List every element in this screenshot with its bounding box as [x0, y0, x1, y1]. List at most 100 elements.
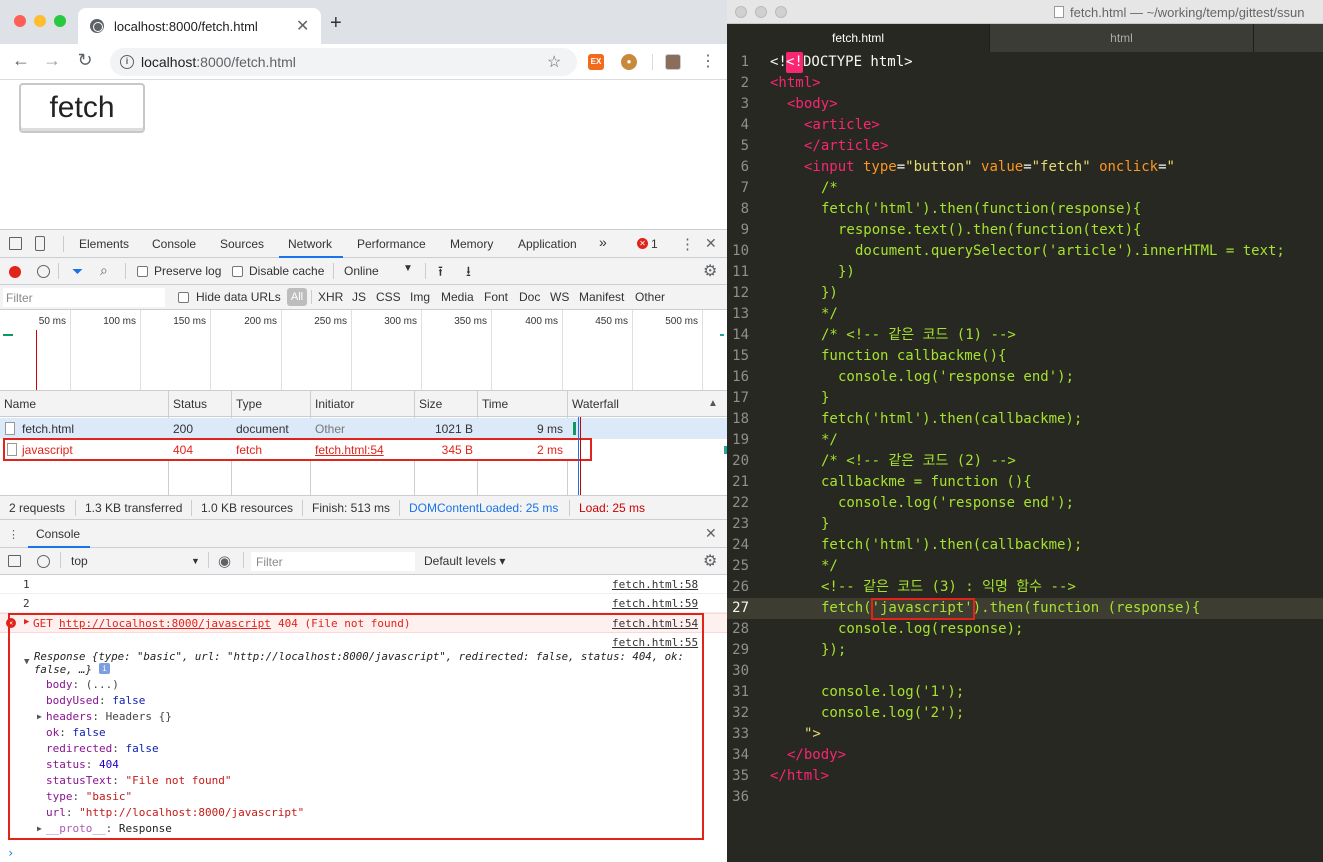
- device-toolbar-icon[interactable]: [35, 236, 45, 251]
- tab-memory[interactable]: Memory: [450, 237, 493, 251]
- divider: [58, 263, 59, 279]
- line-number: 19: [732, 432, 749, 448]
- tab-sources[interactable]: Sources: [220, 237, 264, 251]
- filter-type-font[interactable]: Font: [484, 290, 508, 304]
- extension-ex-icon[interactable]: EX: [588, 54, 604, 70]
- filter-type-ws[interactable]: WS: [550, 290, 569, 304]
- export-har-icon[interactable]: ⭳: [466, 261, 471, 285]
- filter-type-img[interactable]: Img: [410, 290, 430, 304]
- minimize-window-button[interactable]: [755, 6, 767, 18]
- forward-icon[interactable]: →: [40, 50, 64, 71]
- error-count[interactable]: 1: [651, 237, 658, 251]
- filter-type-other[interactable]: Other: [635, 290, 665, 304]
- source-link[interactable]: fetch.html:59: [612, 597, 698, 610]
- filter-funnel-icon[interactable]: ⏷: [72, 263, 83, 280]
- editor-titlebar: fetch.html — ~/working/temp/gittest/ssun: [727, 0, 1323, 24]
- zoom-window-button[interactable]: [775, 6, 787, 18]
- line-number: 28: [732, 621, 749, 637]
- close-tab-icon[interactable]: ✕: [296, 16, 309, 36]
- address-bar[interactable]: i localhost:8000/fetch.html ☆: [110, 48, 577, 76]
- tab-network[interactable]: Network: [288, 237, 332, 251]
- drawer-tab-console[interactable]: Console: [36, 527, 80, 541]
- clear-console-icon[interactable]: [37, 555, 50, 568]
- code-line: function callbackme(){: [821, 348, 1007, 364]
- filter-input[interactable]: Filter: [3, 288, 165, 307]
- tab-application[interactable]: Application: [518, 237, 577, 251]
- drawer-menu-icon[interactable]: ⋮: [8, 528, 19, 541]
- editor-tab-active[interactable]: fetch.html: [727, 24, 989, 52]
- timeline-gridline: [702, 310, 703, 390]
- col-time[interactable]: Time: [482, 397, 508, 411]
- filter-type-all[interactable]: All: [287, 288, 307, 306]
- line-number: 11: [732, 264, 749, 280]
- new-tab-icon[interactable]: +: [330, 13, 342, 33]
- close-drawer-icon[interactable]: ✕: [705, 525, 717, 542]
- col-status[interactable]: Status: [173, 397, 207, 411]
- filter-type-manifest[interactable]: Manifest: [579, 290, 624, 304]
- error-icon[interactable]: ✕: [637, 238, 648, 249]
- close-window-button[interactable]: [14, 15, 26, 27]
- col-waterfall[interactable]: Waterfall: [572, 397, 619, 411]
- console-settings-gear-icon[interactable]: ⚙: [703, 551, 717, 571]
- tabbar-filler: [1254, 24, 1323, 52]
- filter-type-media[interactable]: Media: [441, 290, 474, 304]
- sort-ascending-icon[interactable]: ▲: [708, 398, 718, 409]
- col-type[interactable]: Type: [236, 397, 262, 411]
- line-number: 23: [732, 516, 749, 532]
- tab-console[interactable]: Console: [152, 237, 196, 251]
- code-line: console.log('response end');: [838, 369, 1075, 385]
- disable-cache-checkbox[interactable]: [232, 266, 243, 277]
- tab-elements[interactable]: Elements: [79, 237, 129, 251]
- source-link[interactable]: fetch.html:58: [612, 578, 698, 591]
- filter-type-doc[interactable]: Doc: [519, 290, 540, 304]
- throttling-select[interactable]: Online: [344, 264, 379, 278]
- col-initiator[interactable]: Initiator: [315, 397, 354, 411]
- profile-avatar[interactable]: [665, 54, 681, 70]
- console-prompt-icon[interactable]: ›: [7, 846, 14, 860]
- devtools-menu-icon[interactable]: ⋮: [680, 235, 695, 253]
- col-name[interactable]: Name: [4, 397, 36, 411]
- fetch-button[interactable]: fetch: [19, 83, 145, 133]
- zoom-window-button[interactable]: [54, 15, 66, 27]
- timeline-gridline: [632, 310, 633, 390]
- cookie-extension-icon[interactable]: ●: [621, 54, 637, 70]
- line-number: 3: [740, 96, 749, 112]
- minimize-window-button[interactable]: [34, 15, 46, 27]
- filter-type-xhr[interactable]: XHR: [318, 290, 343, 304]
- code-line: <input type="button" value="fetch" oncli…: [804, 159, 1175, 175]
- hide-data-urls-checkbox[interactable]: [178, 292, 189, 303]
- filter-type-js[interactable]: JS: [352, 290, 366, 304]
- sidebar-toggle-icon[interactable]: [8, 555, 21, 567]
- code-line: }): [821, 285, 838, 301]
- col-size[interactable]: Size: [419, 397, 442, 411]
- back-icon[interactable]: ←: [9, 50, 33, 71]
- tab-performance[interactable]: Performance: [357, 237, 426, 251]
- bookmark-star-icon[interactable]: ☆: [547, 52, 561, 72]
- close-devtools-icon[interactable]: ✕: [705, 235, 717, 252]
- code-area[interactable]: 1 2 3 4 5 6 7 8 9 10 11 12 13 14 15 16 17 18 19 20 21 22 23 24 2…: [727, 52, 1323, 862]
- eye-icon[interactable]: ◉: [218, 552, 231, 570]
- preserve-log-checkbox[interactable]: [137, 266, 148, 277]
- record-icon[interactable]: [9, 266, 21, 278]
- filter-type-css[interactable]: CSS: [376, 290, 401, 304]
- search-icon[interactable]: ⌕: [100, 262, 108, 279]
- reload-icon[interactable]: ↻: [73, 50, 97, 71]
- chevron-down-icon: ▼: [191, 556, 200, 566]
- code-line: }: [821, 390, 830, 406]
- editor-tab[interactable]: html: [990, 24, 1253, 52]
- settings-gear-icon[interactable]: ⚙: [703, 261, 717, 281]
- menu-kebab-icon[interactable]: ⋮: [700, 51, 716, 71]
- clear-icon[interactable]: [37, 265, 50, 278]
- close-window-button[interactable]: [735, 6, 747, 18]
- info-icon[interactable]: i: [120, 55, 134, 69]
- table-row[interactable]: fetch.html 200 document Other 1021 B 9 m…: [0, 418, 727, 439]
- inspect-element-icon[interactable]: [9, 237, 22, 250]
- console-filter-input[interactable]: Filter: [251, 552, 415, 571]
- network-overview-timeline[interactable]: 50 ms 100 ms 150 ms 200 ms 250 ms 300 ms…: [0, 310, 727, 391]
- context-select[interactable]: top: [71, 554, 88, 568]
- import-har-icon[interactable]: ⭱: [438, 261, 443, 285]
- browser-tab[interactable]: localhost:8000/fetch.html ✕: [78, 8, 321, 44]
- more-tabs-icon[interactable]: »: [599, 234, 607, 250]
- code-line: response.text().then(function(text){: [838, 222, 1142, 238]
- log-levels-select[interactable]: Default levels ▾: [424, 554, 505, 568]
